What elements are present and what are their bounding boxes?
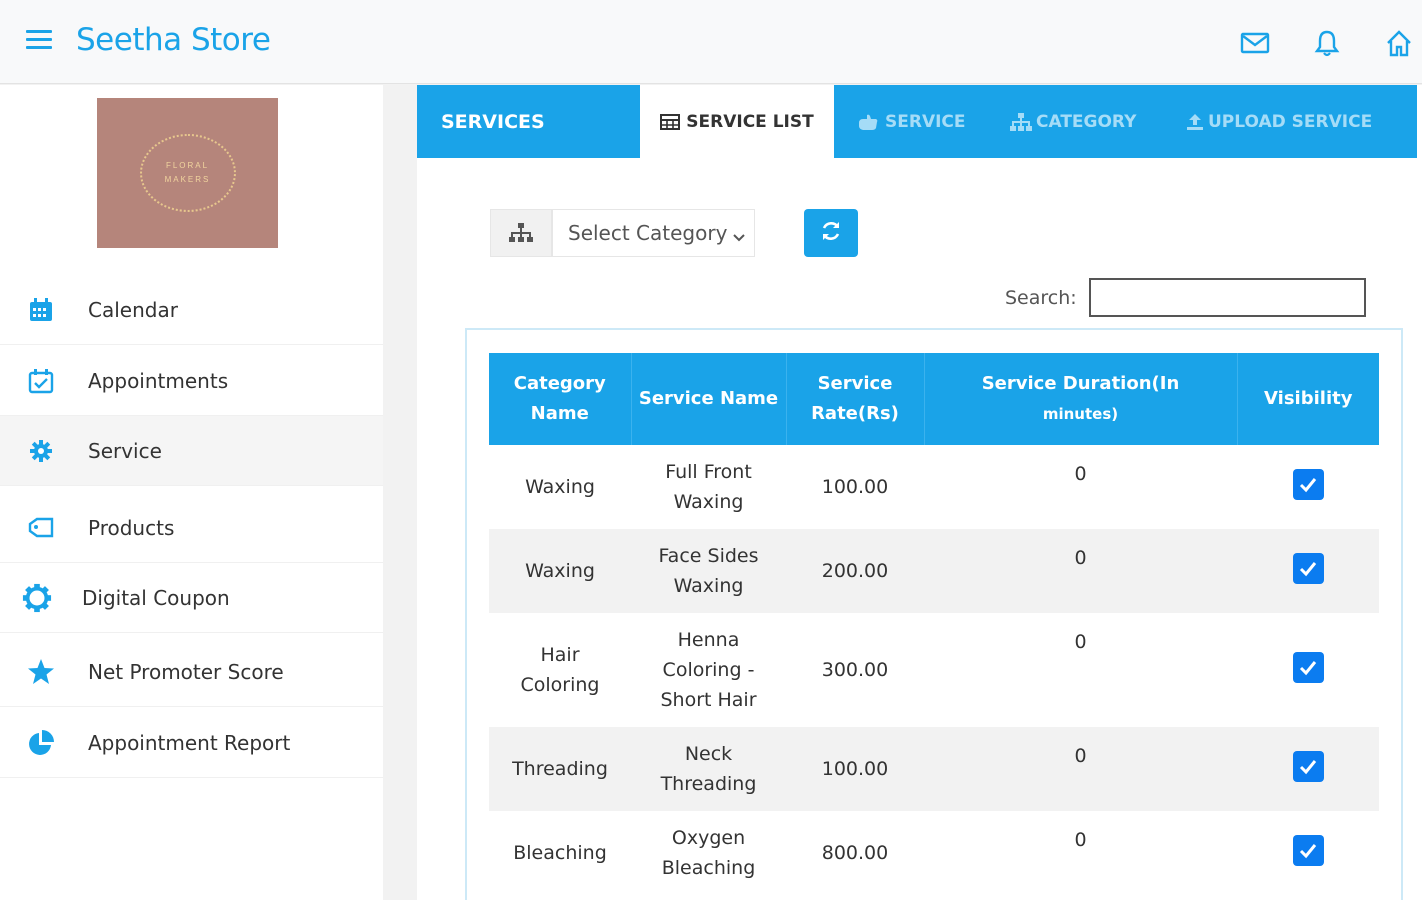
refresh-button[interactable] (804, 209, 858, 257)
calendar-check-icon (26, 366, 56, 396)
chevron-down-icon (732, 226, 746, 250)
column-header-rate[interactable]: Service Rate(Rs) (786, 353, 925, 445)
rate-cell: 200.00 (786, 529, 924, 613)
table-row: Waxing Face Sides Waxing 200.00 0 (489, 529, 1379, 613)
tab-label: SERVICE (885, 111, 966, 132)
rate-cell: 800.00 (786, 811, 924, 895)
table-row: Waxing Full Front Waxing 100.00 0 (489, 445, 1379, 529)
duration-cell: 0 (924, 613, 1237, 727)
service-cell: Full Front Waxing (631, 445, 786, 529)
services-table: Category Name Service Name Service Rate(… (489, 353, 1379, 895)
hand-icon (857, 113, 879, 131)
column-header-category[interactable]: Category Name (489, 353, 632, 445)
sidebar-item-digital-coupon[interactable]: Digital Coupon (0, 563, 383, 633)
logo-line-2: MAKERS (164, 175, 211, 184)
rate-cell: 100.00 (786, 445, 924, 529)
tab-category[interactable]: CATEGORY (1009, 85, 1136, 158)
visibility-checkbox[interactable] (1292, 835, 1324, 867)
tab-label: UPLOAD SERVICE (1208, 111, 1373, 132)
star-icon (26, 657, 56, 687)
category-select[interactable]: Select Category (552, 209, 755, 257)
gear-icon (26, 436, 56, 466)
rate-cell: 100.00 (786, 727, 924, 811)
visibility-checkbox[interactable] (1292, 751, 1324, 783)
search-input[interactable] (1089, 278, 1366, 317)
rate-cell: 300.00 (786, 613, 924, 727)
sidebar: FLORAL MAKERS Calendar Appointments Serv… (0, 85, 383, 900)
visibility-checkbox[interactable] (1292, 469, 1324, 501)
table-row: Threading Neck Threading 100.00 0 (489, 727, 1379, 811)
category-cell: Waxing (489, 445, 631, 529)
sidebar-item-net-promoter-score[interactable]: Net Promoter Score (0, 637, 383, 707)
sidebar-item-appointment-report[interactable]: Appointment Report (0, 708, 383, 778)
service-cell: Henna Coloring - Short Hair (631, 613, 786, 727)
home-icon[interactable] (1382, 26, 1416, 60)
table-card: Category Name Service Name Service Rate(… (465, 328, 1403, 900)
visibility-checkbox[interactable] (1292, 652, 1324, 684)
visibility-checkbox[interactable] (1292, 553, 1324, 585)
visibility-cell (1237, 613, 1379, 727)
category-cell: Waxing (489, 529, 631, 613)
top-bar: Seetha Store (0, 0, 1422, 84)
logo-line-1: FLORAL (165, 161, 210, 170)
sidebar-item-calendar[interactable]: Calendar (0, 275, 383, 345)
duration-cell: 0 (924, 445, 1237, 529)
sidebar-item-label: Appointment Report (88, 730, 291, 755)
sitemap-icon (1009, 112, 1033, 132)
upload-icon (1185, 113, 1205, 131)
sidebar-item-label: Digital Coupon (82, 585, 230, 610)
visibility-cell (1237, 445, 1379, 529)
visibility-cell (1237, 811, 1379, 895)
tab-label: CATEGORY (1036, 111, 1137, 132)
tag-icon (26, 513, 56, 543)
service-cell: Face Sides Waxing (631, 529, 786, 613)
sidebar-item-label: Service (88, 438, 162, 463)
tab-service[interactable]: SERVICE (857, 85, 966, 158)
sidebar-item-label: Appointments (88, 368, 229, 393)
sidebar-item-service[interactable]: Service (0, 416, 383, 486)
bell-icon[interactable] (1310, 26, 1344, 60)
service-cell: Neck Threading (631, 727, 786, 811)
sidebar-item-label: Net Promoter Score (88, 659, 284, 684)
category-cell: Bleaching (489, 811, 631, 895)
sidebar-item-products[interactable]: Products (0, 493, 383, 563)
category-cell: Threading (489, 727, 631, 811)
duration-cell: 0 (924, 529, 1237, 613)
sitemap-icon (490, 209, 552, 257)
sidebar-item-label: Products (88, 515, 175, 540)
column-header-service[interactable]: Service Name (631, 353, 787, 445)
table-icon (660, 113, 681, 130)
mail-icon[interactable] (1238, 26, 1272, 60)
tab-label: SERVICE LIST (686, 111, 814, 132)
badge-icon (22, 583, 52, 613)
tab-upload-service[interactable]: UPLOAD SERVICE (1185, 85, 1372, 158)
visibility-cell (1237, 727, 1379, 811)
tab-bar: SERVICES SERVICE LIST SERVICE CATEGORY U… (417, 85, 1417, 158)
sidebar-item-appointments[interactable]: Appointments (0, 346, 383, 416)
column-header-duration[interactable]: Service Duration(In minutes) (924, 353, 1238, 445)
visibility-cell (1237, 529, 1379, 613)
duration-cell: 0 (924, 811, 1237, 895)
store-logo: FLORAL MAKERS (97, 98, 278, 248)
table-row: Hair Coloring Henna Coloring - Short Hair 3… (489, 613, 1379, 727)
sidebar-item-label: Calendar (88, 297, 178, 322)
main-content: SERVICES SERVICE LIST SERVICE CATEGORY U… (417, 85, 1422, 900)
calendar-icon (26, 295, 56, 325)
search-label: Search: (1005, 287, 1077, 309)
service-cell: Oxygen Bleaching (631, 811, 786, 895)
category-select-value: Select Category (568, 221, 728, 245)
table-header-row: Category Name Service Name Service Rate(… (489, 353, 1379, 445)
menu-icon[interactable] (26, 30, 52, 52)
app-title: Seetha Store (76, 22, 271, 58)
table-row: Bleaching Oxygen Bleaching 800.00 0 (489, 811, 1379, 895)
duration-cell: 0 (924, 727, 1237, 811)
refresh-icon (819, 219, 843, 248)
column-header-visibility[interactable]: Visibility (1237, 353, 1379, 445)
category-cell: Hair Coloring (489, 613, 631, 727)
pie-chart-icon (26, 728, 56, 758)
tab-service-list[interactable]: SERVICE LIST (640, 85, 834, 158)
section-title: SERVICES (441, 111, 545, 133)
